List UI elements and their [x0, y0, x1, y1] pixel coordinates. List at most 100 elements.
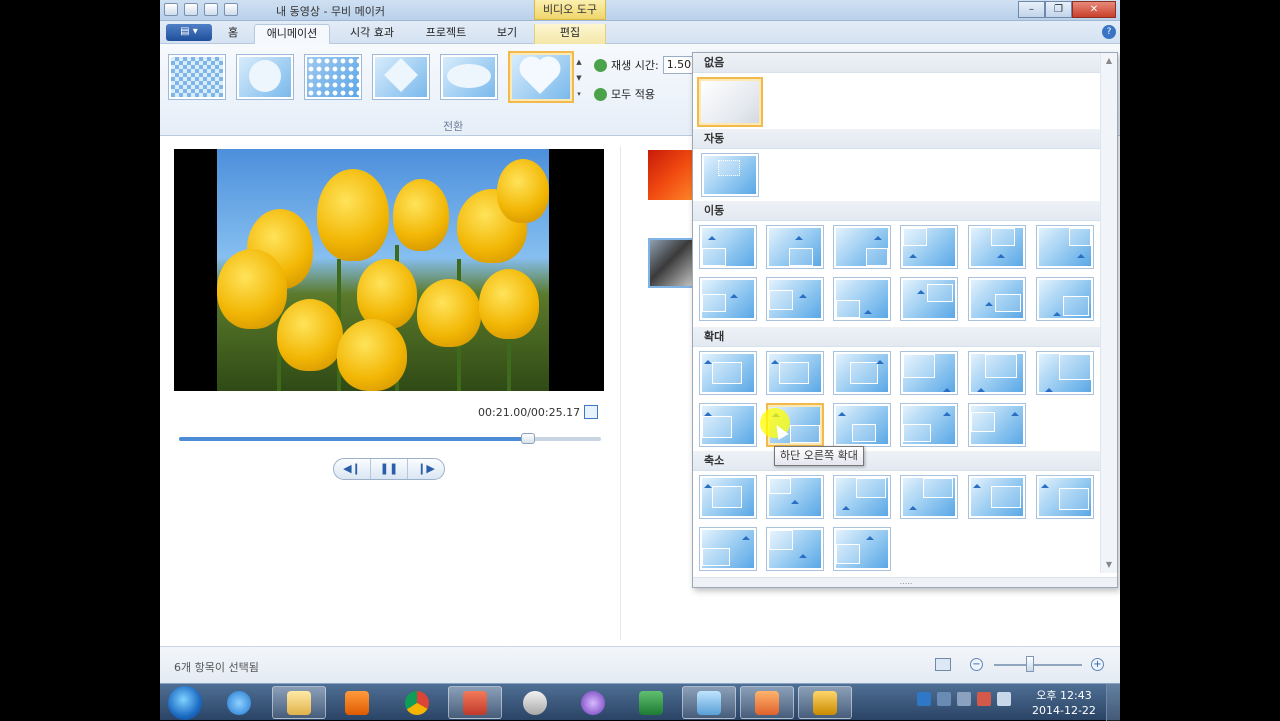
transition-pan[interactable] [900, 277, 958, 321]
file-menu-button[interactable]: ▤ ▾ [166, 24, 212, 41]
zoom-slider[interactable] [994, 664, 1082, 666]
fullscreen-preview-icon[interactable] [584, 405, 598, 419]
previous-frame-button[interactable]: ◀❙ [334, 459, 371, 479]
transition-pan[interactable] [968, 277, 1026, 321]
transition-zoom-out[interactable] [968, 475, 1026, 519]
transition-zoom-in[interactable] [833, 351, 891, 395]
scroll-down-icon[interactable]: ▼ [1101, 557, 1117, 573]
taskbar-powerpoint[interactable] [448, 686, 502, 719]
transition-zoom-in[interactable] [1036, 351, 1094, 395]
transition-pan[interactable] [699, 225, 757, 269]
taskbar-app[interactable] [740, 686, 794, 719]
transition-checkerboard[interactable] [168, 54, 226, 100]
storyboard-clip[interactable] [648, 150, 696, 200]
transition-none[interactable] [697, 77, 763, 127]
transition-zoom-out[interactable] [699, 527, 757, 571]
taskbar-clock[interactable]: 오후 12:43 2014-12-22 [1032, 688, 1096, 718]
taskbar-excel[interactable] [624, 686, 678, 719]
clock-time: 오후 12:43 [1036, 689, 1092, 702]
display-icon[interactable] [937, 692, 951, 706]
transition-zoom-in[interactable] [833, 403, 891, 447]
taskbar-app[interactable] [682, 686, 736, 719]
taskbar-movie-maker[interactable] [798, 686, 852, 719]
action-center-icon[interactable] [977, 692, 991, 706]
tab-edit[interactable]: 편집 [534, 24, 606, 44]
minimize-button[interactable]: – [1018, 1, 1045, 18]
taskbar-chrome[interactable] [390, 686, 444, 719]
redo-icon[interactable] [224, 3, 238, 16]
transition-zoom-out[interactable] [699, 475, 757, 519]
transition-zoom-in[interactable] [968, 403, 1026, 447]
tab-project[interactable]: 프로젝트 [414, 24, 478, 44]
transition-circle[interactable] [236, 54, 294, 100]
transition-zoom-out[interactable] [766, 527, 824, 571]
dropdown-scrollbar[interactable]: ▲ ▼ [1100, 53, 1117, 573]
app-menu-icon[interactable] [164, 3, 178, 16]
transition-pan[interactable] [833, 225, 891, 269]
transition-pan[interactable] [1036, 225, 1094, 269]
start-button[interactable] [168, 686, 202, 720]
transition-zoom-in[interactable] [900, 403, 958, 447]
zoom-in-button[interactable]: + [1091, 658, 1104, 671]
close-button[interactable]: ✕ [1072, 1, 1116, 18]
show-desktop-button[interactable] [1106, 684, 1120, 721]
tab-animation[interactable]: 애니메이션 [254, 24, 330, 44]
transition-zoom-in[interactable] [699, 403, 757, 447]
play-pause-button[interactable]: ❚❚ [371, 459, 408, 479]
transition-heart[interactable] [508, 51, 574, 103]
transition-diamond[interactable] [372, 54, 430, 100]
transition-zoom-in[interactable] [766, 351, 824, 395]
transition-zoom-out[interactable] [833, 527, 891, 571]
apply-all-button[interactable]: 모두 적용 [594, 86, 655, 102]
maximize-button[interactable]: ❐ [1045, 1, 1072, 18]
save-icon[interactable] [184, 3, 198, 16]
zoom-slider-handle[interactable] [1026, 656, 1034, 672]
tab-home[interactable]: 홈 [216, 24, 250, 44]
transition-zoom-in[interactable] [699, 351, 757, 395]
taskbar-media-player[interactable] [330, 686, 384, 719]
transition-pan[interactable] [900, 225, 958, 269]
undo-icon[interactable] [204, 3, 218, 16]
taskbar-messenger[interactable] [508, 686, 562, 719]
taskbar-ie[interactable] [212, 686, 266, 719]
transition-dots[interactable] [304, 54, 362, 100]
storyboard-clip[interactable] [648, 238, 696, 288]
transition-zoom-out[interactable] [833, 475, 891, 519]
transition-zoom-out[interactable] [900, 475, 958, 519]
help-icon[interactable]: ? [1102, 25, 1116, 39]
transition-zoom-out[interactable] [766, 475, 824, 519]
thumbnail-size-icon[interactable] [935, 658, 951, 671]
next-frame-button[interactable]: ❙▶ [408, 459, 444, 479]
playback-controls: ◀❙ ❚❚ ❙▶ [333, 458, 445, 480]
title-bar: 내 동영상 - 무비 메이커 비디오 도구 – ❐ ✕ [160, 0, 1120, 21]
taskbar-app[interactable] [566, 686, 620, 719]
taskbar-explorer[interactable] [272, 686, 326, 719]
network-icon[interactable] [917, 692, 931, 706]
transition-zoom-in[interactable] [900, 351, 958, 395]
window-app-icon [697, 690, 721, 715]
transition-auto[interactable] [701, 153, 759, 197]
transition-pan[interactable] [766, 277, 824, 321]
tab-visual-effects[interactable]: 시각 효과 [336, 24, 408, 44]
zoom-out-button[interactable]: − [970, 658, 983, 671]
resize-grip[interactable]: ..... [693, 577, 1117, 587]
transition-zoom-in[interactable] [968, 351, 1026, 395]
presentation-icon [755, 690, 779, 715]
gallery-scroll[interactable]: ▲ ▼ ▾ [574, 54, 584, 104]
transition-pan[interactable] [1036, 277, 1094, 321]
seek-bar[interactable] [179, 433, 601, 444]
transition-pan[interactable] [968, 225, 1026, 269]
preview-monitor[interactable] [174, 149, 604, 391]
safely-remove-icon[interactable] [957, 692, 971, 706]
transition-pan[interactable] [766, 225, 824, 269]
transition-oval[interactable] [440, 54, 498, 100]
pen-icon[interactable] [997, 692, 1011, 706]
tab-view[interactable]: 보기 [486, 24, 528, 44]
transition-pan[interactable] [699, 277, 757, 321]
transition-zoom-out[interactable] [1036, 475, 1094, 519]
transition-pan[interactable] [833, 277, 891, 321]
seek-handle[interactable] [520, 433, 535, 444]
scroll-up-icon[interactable]: ▲ [1101, 53, 1117, 69]
pane-divider[interactable] [620, 146, 621, 640]
taskbar: 오후 12:43 2014-12-22 [160, 683, 1120, 721]
